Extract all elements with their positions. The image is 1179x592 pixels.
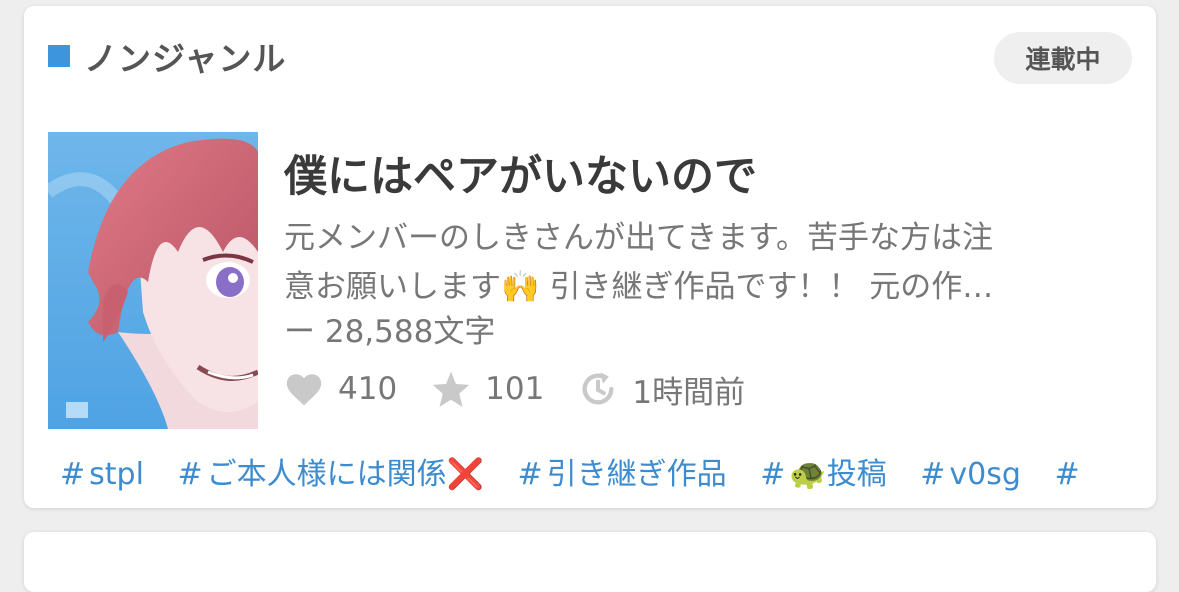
character-count: ー 28,588文字 [284, 314, 496, 350]
tag-list: # stpl # ご本人様には関係❌ # 引き継ぎ作品 # 🐢投稿 # v0sg # [60, 452, 1156, 498]
status-badge: 連載中 [994, 32, 1132, 84]
novel-title[interactable]: 僕にはペアがいないので [284, 142, 757, 204]
clock-refresh-icon [582, 372, 614, 405]
updated-time: 1時間前 [632, 374, 746, 411]
stars-stat: 101 [431, 370, 544, 408]
tag-link[interactable]: # v0sg [920, 452, 1021, 498]
likes-stat: 410 [284, 371, 397, 407]
likes-count: 410 [338, 371, 398, 407]
novel-card[interactable]: ノンジャンル 連載中 僕にはペアがいないので 元メンバーのしきさんが出てきます。… [24, 6, 1156, 508]
tag-link[interactable]: # 🐢投稿 [760, 452, 887, 498]
novel-description: 元メンバーのしきさんが出てきます。苦手な方は注 意お願いします🙌 引き継ぎ作品で… [284, 214, 1124, 312]
tag-link[interactable]: # stpl [60, 452, 144, 498]
stats-row: 410 101 1時間前 [284, 364, 779, 414]
genre-marker [48, 45, 70, 67]
cover-illustration [48, 132, 258, 429]
stars-count: 101 [485, 371, 545, 407]
description-line: 意お願いします🙌 引き継ぎ作品です！！ 元の作… [284, 269, 994, 305]
description-line: 元メンバーのしきさんが出てきます。苦手な方は注 [284, 220, 993, 256]
cover-image[interactable] [48, 132, 258, 429]
tag-link[interactable]: # 引き継ぎ作品 [518, 452, 727, 498]
heart-icon [286, 374, 322, 406]
tag-link[interactable]: # [1054, 452, 1083, 498]
genre-label: ノンジャンル [84, 39, 287, 78]
genre-label-group: ノンジャンル [48, 36, 286, 78]
star-icon [432, 371, 470, 407]
updated-stat: 1時間前 [578, 367, 745, 412]
tag-link[interactable]: # ご本人様には関係❌ [177, 452, 484, 498]
next-novel-card[interactable] [24, 532, 1156, 592]
